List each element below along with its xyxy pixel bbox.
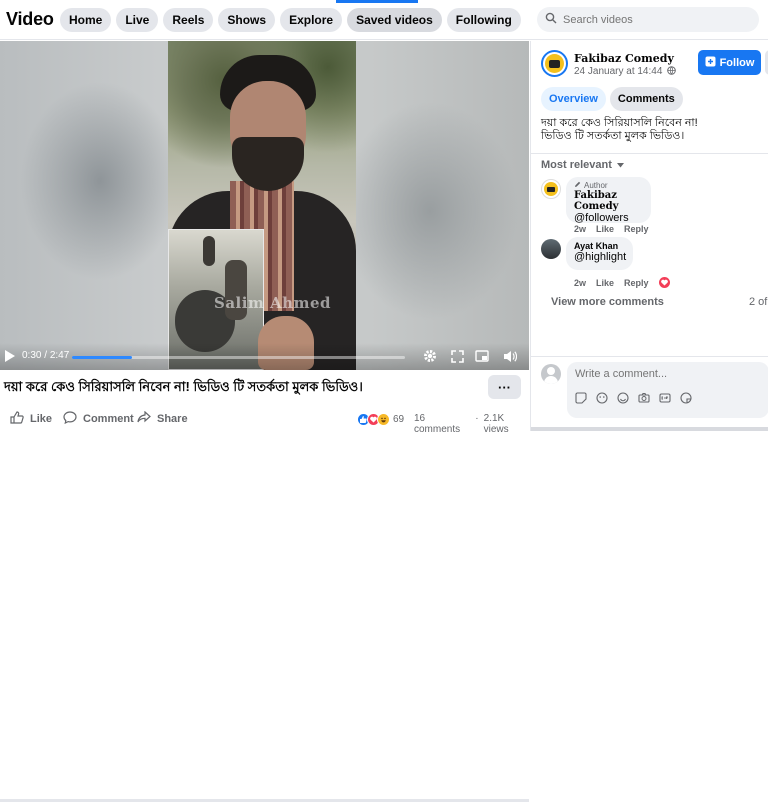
haha-reaction-icon — [377, 413, 390, 426]
comment-input[interactable] — [575, 368, 760, 380]
comment-sort-dropdown[interactable]: Most relevant — [541, 159, 624, 171]
post-date: 24 January at 14:44 — [574, 66, 676, 78]
post-stats: 16 comments · 2.1K views — [414, 413, 529, 435]
page-name[interactable]: Fakibaz Comedy — [574, 52, 674, 65]
sticker-icon[interactable] — [575, 392, 587, 404]
avatar-sticker-icon[interactable] — [596, 392, 608, 404]
comment-text: @followers — [574, 212, 629, 224]
comment-bubble: Author Fakibaz Comedy @followers — [566, 177, 651, 224]
post-description: দয়া করে কেও সিরিয়াসলি নিবেন না! ভিডিও … — [541, 117, 698, 142]
caret-down-icon — [616, 159, 624, 171]
heart-reaction-icon — [658, 277, 670, 288]
share-button[interactable]: Share — [137, 410, 188, 426]
globe-icon — [667, 66, 676, 78]
comment-reply-link[interactable]: Reply — [624, 224, 649, 234]
comment-button[interactable]: Comment — [63, 411, 134, 427]
commenter-name[interactable]: Ayat Khan — [574, 241, 625, 251]
emoji-icon[interactable] — [617, 392, 629, 404]
author-badge: Author — [574, 181, 643, 190]
volume-icon[interactable] — [502, 348, 518, 364]
current-user-avatar — [541, 364, 561, 384]
views-count: 2.1K views — [483, 413, 509, 435]
comments-count[interactable]: 16 comments — [414, 413, 470, 435]
progress-bar-fill — [72, 356, 132, 359]
tab-home[interactable]: Home — [60, 8, 112, 32]
comment-like-link[interactable]: Like — [596, 278, 614, 288]
divider — [531, 356, 768, 357]
share-arrow-icon — [137, 410, 151, 426]
reaction-summary[interactable]: 69 — [357, 413, 404, 426]
comment-bubble-icon — [63, 411, 77, 427]
page-avatar[interactable] — [541, 50, 568, 77]
tab-live[interactable]: Live — [116, 8, 159, 32]
active-tab-indicator — [336, 0, 418, 3]
comment-reply-link[interactable]: Reply — [624, 278, 649, 288]
video-watermark: Salim Ahmed — [214, 294, 331, 312]
comment-text: @highlight — [574, 251, 627, 263]
post-actions: Like Comment Share 69 16 comments · 2.1K… — [0, 407, 529, 435]
commenter-avatar[interactable] — [541, 239, 561, 259]
settings-gear-icon[interactable] — [422, 348, 438, 364]
playback-time: 0:30 / 2:47 — [22, 350, 70, 361]
composer-tools — [575, 392, 692, 404]
comment-page-count: 2 of — [749, 296, 768, 308]
blurred-background-left — [20, 81, 180, 281]
tab-saved-videos[interactable]: Saved videos — [347, 8, 442, 32]
more-options-button[interactable]: ··· — [488, 375, 521, 399]
top-bar: Video Home Live Reels Shows Explore Save… — [0, 0, 768, 40]
video-nav-tabs: Home Live Reels Shows Explore Saved vide… — [60, 8, 521, 32]
view-more-comments-link[interactable]: View more comments — [551, 296, 664, 308]
search-icon — [545, 11, 557, 29]
comment-like-link[interactable]: Like — [596, 224, 614, 234]
expand-icon[interactable] — [449, 348, 465, 364]
progress-bar[interactable] — [72, 356, 405, 359]
picture-in-picture-icon[interactable] — [474, 348, 490, 364]
divider — [531, 153, 768, 154]
horizontal-scrollbar[interactable] — [531, 427, 768, 431]
follow-button[interactable]: Follow — [698, 50, 761, 75]
tab-following[interactable]: Following — [446, 8, 521, 32]
gif-icon[interactable] — [659, 392, 671, 404]
thumbs-up-icon — [10, 411, 24, 427]
panel-tabs: Overview Comments — [541, 87, 683, 111]
commenter-avatar[interactable] — [541, 179, 561, 199]
page-title: Video — [6, 9, 54, 29]
search-input[interactable] — [563, 13, 743, 26]
video-caption: দয়া করে কেও সিরিয়াসলি নিবেন না! ভিডিও … — [4, 379, 363, 394]
like-button[interactable]: Like — [10, 411, 52, 427]
pencil-icon — [574, 181, 581, 190]
tab-comments[interactable]: Comments — [609, 87, 683, 111]
blurred-background-right — [340, 101, 520, 321]
camera-icon[interactable] — [638, 392, 650, 404]
tab-explore[interactable]: Explore — [280, 8, 343, 32]
comment-bubble: Ayat Khan @highlight — [566, 237, 633, 270]
comment-meta: 2w Like Reply — [574, 224, 649, 234]
commenter-name[interactable]: Fakibaz Comedy — [574, 190, 643, 212]
post-footer: দয়া করে কেও সিরিয়াসলি নিবেন না! ভিডিও … — [0, 371, 529, 802]
comment-meta: 2w Like Reply — [574, 277, 670, 288]
play-icon[interactable] — [5, 350, 15, 362]
player-controls: 0:30 / 2:47 — [0, 343, 529, 370]
video-player[interactable]: Salim Ahmed 0:30 / 2:47 — [0, 41, 529, 370]
add-friend-icon — [705, 56, 716, 70]
reaction-count: 69 — [393, 414, 405, 425]
sticker-face-icon[interactable] — [680, 392, 692, 404]
comment-composer[interactable] — [567, 362, 768, 418]
tab-shows[interactable]: Shows — [218, 8, 276, 32]
details-panel: Fakibaz Comedy 24 January at 14:44 Follo… — [530, 41, 768, 431]
tab-reels[interactable]: Reels — [163, 8, 214, 32]
search-box[interactable] — [537, 7, 759, 32]
tab-overview[interactable]: Overview — [541, 87, 606, 111]
